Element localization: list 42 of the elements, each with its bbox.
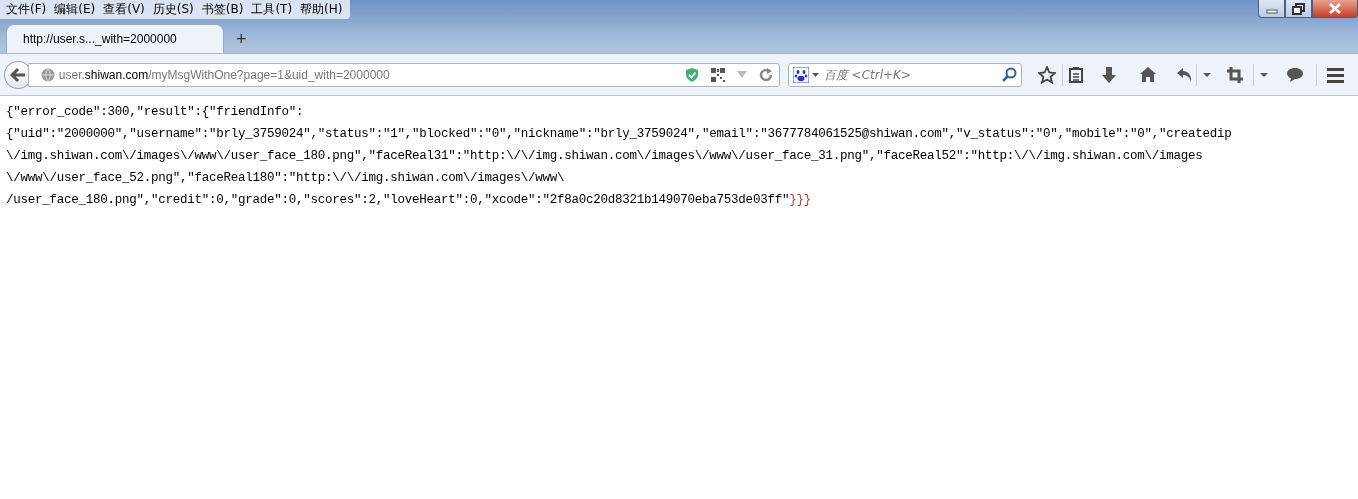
menu-item[interactable]: 历史(S) [148,1,198,18]
json-text-line: /user_face_180.png","credit":0,"grade":0,"scores":2,"loveHeart":0,"xcode":"2f8a0c20d8321b149070eba753de03ff" [6,192,790,209]
search-field[interactable]: 百度 <Ctrl+K> [821,66,999,83]
json-text-line: {"uid":"2000000","username":"brly_3759024","status":"1","blocked":"0","nickname":"brly_3759024","email":"3677784061525@shiwan.com","v_status":"0","mobile":"0","createdip [6,126,1233,143]
menu-icon [1327,66,1344,83]
home-icon [1139,66,1157,83]
menu-item[interactable]: 书签(B) [197,1,248,18]
globe-icon [40,67,55,82]
close-icon [1328,2,1342,15]
back-arrow-icon [9,66,26,83]
download-arrow-icon [1101,66,1117,83]
caret-icon [1203,72,1211,77]
crop-icon [1227,66,1243,83]
menu-item[interactable]: 帮助(H) [296,1,347,18]
menu-item[interactable]: 工具(T) [247,1,297,18]
restore-button[interactable] [1285,0,1312,18]
browser-tab[interactable]: http://user.s..._with=2000000 [6,24,224,53]
reload-icon [758,67,773,82]
paw-icon [792,66,809,83]
menu-item[interactable]: 编辑(E) [50,1,100,18]
shield-icon [684,66,699,83]
json-text-line: \/img.shiwan.com\/images\/www\/user_face_180.png","faceReal31":"http:\/\/img.shiwan.com\/images\/www\/user_face_31.png","faceReal52":"http:\/\/img.shiwan.com\/images [6,148,1204,165]
search-bar[interactable]: 百度 <Ctrl+K> [787,62,1022,87]
qr-code-icon [710,67,725,82]
close-button[interactable] [1312,0,1358,18]
speech-bubble-icon [1286,66,1304,83]
minimize-button[interactable] [1258,0,1285,18]
json-text-line: {"error_code":300,"result":{"friendInfo": [6,104,305,121]
caret-icon [811,72,819,77]
new-tab-button[interactable]: + [230,25,253,53]
menu-item[interactable]: 查看(V) [99,1,149,18]
caret-icon [1260,72,1268,77]
menu-item[interactable]: 文件(F) [2,1,51,18]
restore-icon [1292,2,1305,15]
search-icon [1002,67,1017,82]
address-field[interactable]: user.shiwan.com/myMsgWithOne?page=1&uid_with=2000000 [27,62,780,87]
star-icon [1038,65,1056,84]
undo-arrow-icon [1177,66,1192,83]
json-text-line: \/www\/user_face_52.png","faceReal180":"http:\/\/img.shiwan.com\/images\/www\ [6,170,566,187]
dropdown-triangle-icon [736,70,747,79]
clipboard-icon [1069,66,1083,83]
closing-braces: }}} [789,192,811,209]
